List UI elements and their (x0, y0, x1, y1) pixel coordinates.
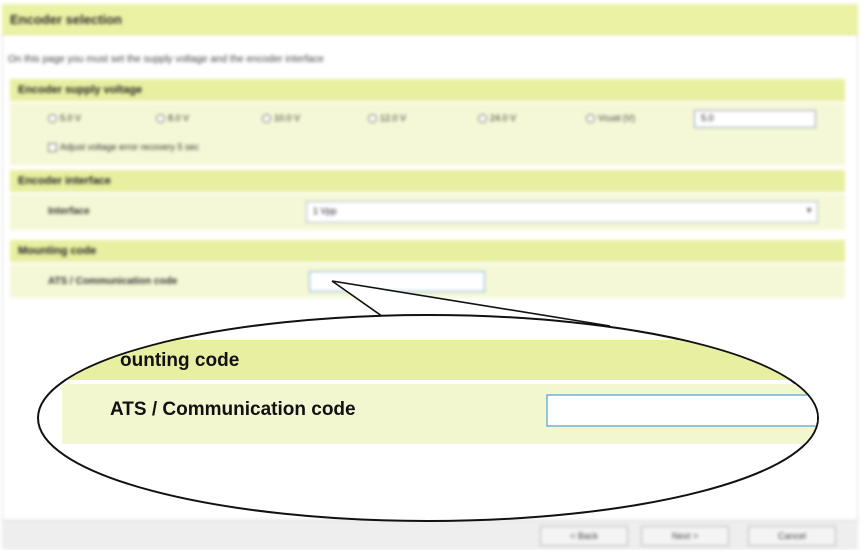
magnifier-callout (37, 280, 819, 522)
zoom-ats-code-input (546, 394, 817, 427)
magnifier-content (62, 340, 817, 444)
